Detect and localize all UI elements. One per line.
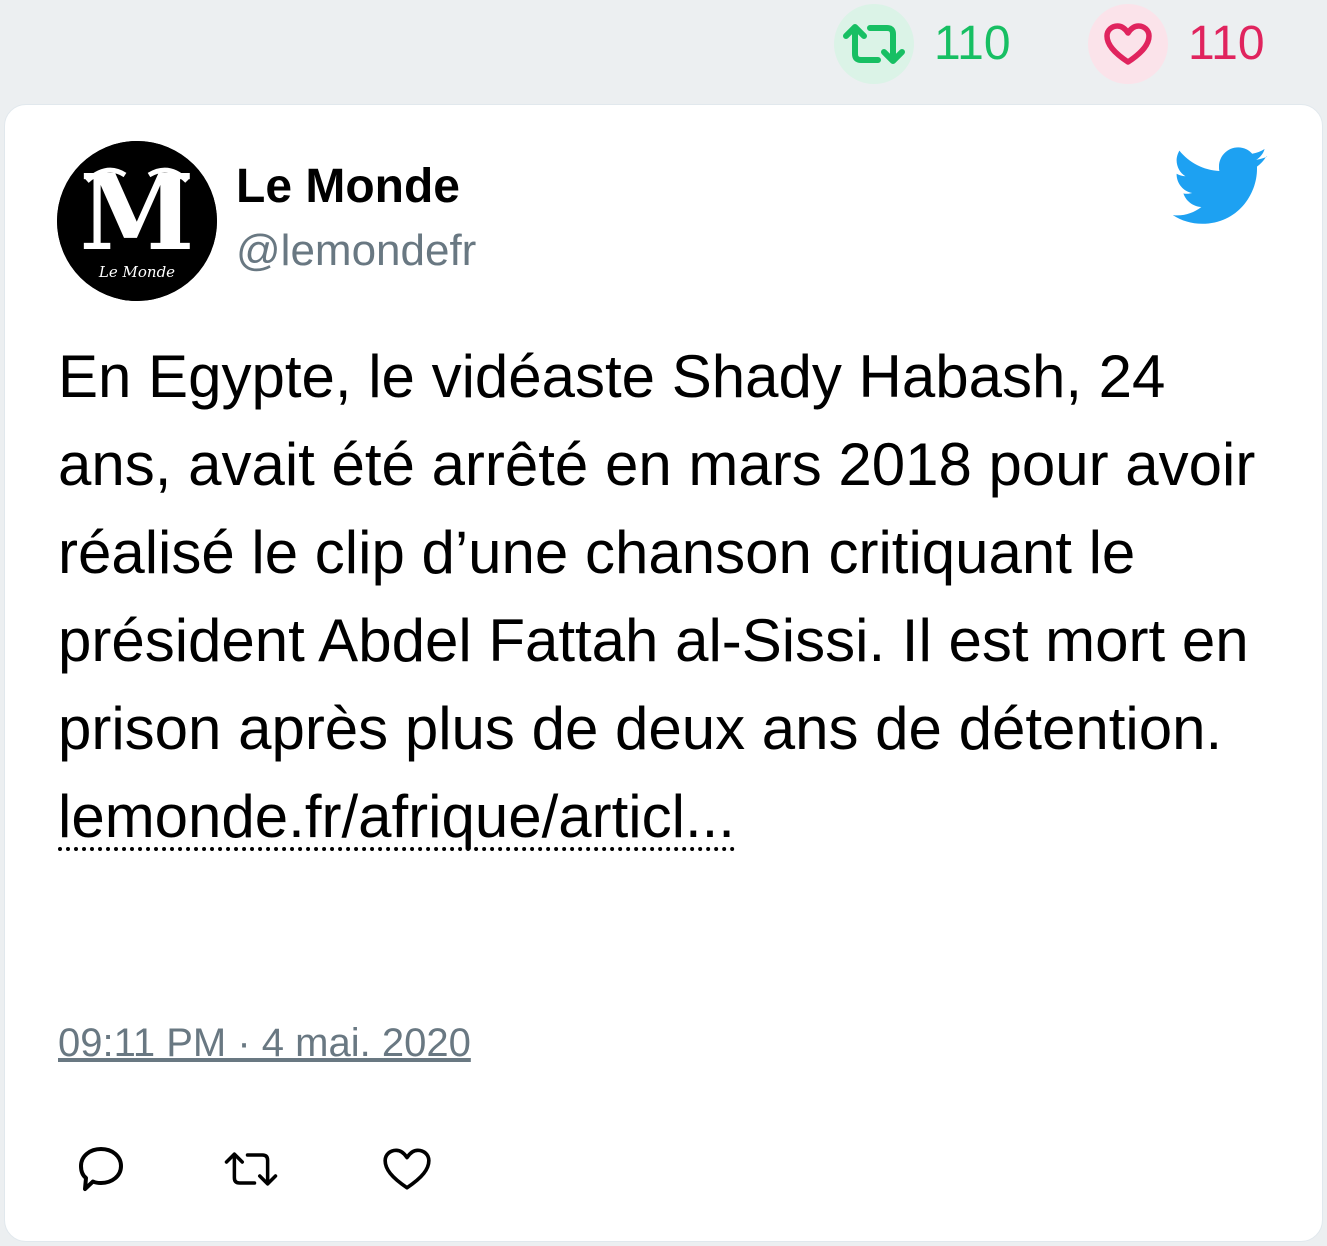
author-name[interactable]: Le Monde: [236, 163, 460, 211]
retweet-icon: [843, 24, 905, 64]
engagement-bar: 110 110: [0, 0, 1327, 104]
reply-icon: [79, 1147, 123, 1191]
article-link[interactable]: lemonde.fr/afrique/articl...: [58, 787, 735, 851]
le-monde-logo: M Le Monde: [57, 141, 217, 301]
heart-icon: [1104, 23, 1152, 65]
tweet-body: En Egypte, le vidéaste Shady Habash, 24 …: [58, 343, 1256, 762]
svg-text:M: M: [79, 151, 194, 274]
heart-icon: [383, 1148, 431, 1190]
retweet-stat[interactable]: 110: [834, 4, 1011, 84]
like-stat-circle[interactable]: [1088, 4, 1168, 84]
twitter-bird-icon[interactable]: [1173, 147, 1269, 227]
reply-button[interactable]: [73, 1141, 129, 1197]
like-stat[interactable]: 110: [1088, 4, 1265, 84]
retweet-stat-circle[interactable]: [834, 4, 914, 84]
tweet-text: En Egypte, le vidéaste Shady Habash, 24 …: [58, 333, 1268, 861]
like-count: 110: [1188, 17, 1265, 70]
svg-text:Le Monde: Le Monde: [98, 263, 175, 281]
retweet-icon: [224, 1152, 278, 1186]
tweet-timestamp[interactable]: 09:11 PM · 4 mai. 2020: [58, 1023, 471, 1063]
author-avatar[interactable]: M Le Monde: [57, 141, 217, 301]
author-handle[interactable]: @lemondefr: [236, 229, 476, 273]
tweet-card: M Le Monde Le Monde @lemondefr En Egypte…: [4, 104, 1323, 1242]
retweet-count: 110: [934, 17, 1011, 70]
retweet-button[interactable]: [223, 1141, 279, 1197]
like-button[interactable]: [379, 1141, 435, 1197]
